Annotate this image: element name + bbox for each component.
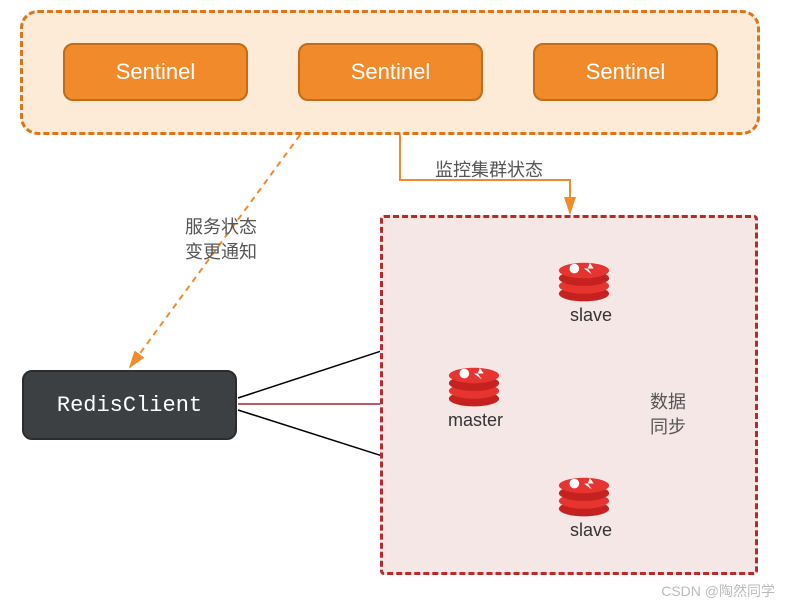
redis-client-node: RedisClient xyxy=(22,370,237,440)
sync-annotation: 数据 同步 xyxy=(650,390,686,440)
slave-label: slave xyxy=(570,520,612,541)
sentinel-label: Sentinel xyxy=(351,59,431,85)
watermark: CSDN @陶然同学 xyxy=(661,581,775,601)
monitor-annotation: 监控集群状态 xyxy=(435,158,543,183)
sentinel-node: Sentinel xyxy=(298,43,483,101)
slave-label: slave xyxy=(570,305,612,326)
redis-icon xyxy=(555,470,613,518)
sentinel-label: Sentinel xyxy=(586,59,666,85)
sentinel-node: Sentinel xyxy=(533,43,718,101)
sentinel-group: Sentinel Sentinel Sentinel xyxy=(20,10,760,135)
redis-icon xyxy=(445,360,503,408)
sentinel-node: Sentinel xyxy=(63,43,248,101)
diagram-canvas: Sentinel Sentinel Sentinel slave xyxy=(0,0,789,607)
redis-client-label: RedisClient xyxy=(57,393,202,418)
redis-icon xyxy=(555,255,613,303)
sentinel-label: Sentinel xyxy=(116,59,196,85)
master-label: master xyxy=(448,410,503,431)
notify-annotation: 服务状态 变更通知 xyxy=(185,215,257,265)
